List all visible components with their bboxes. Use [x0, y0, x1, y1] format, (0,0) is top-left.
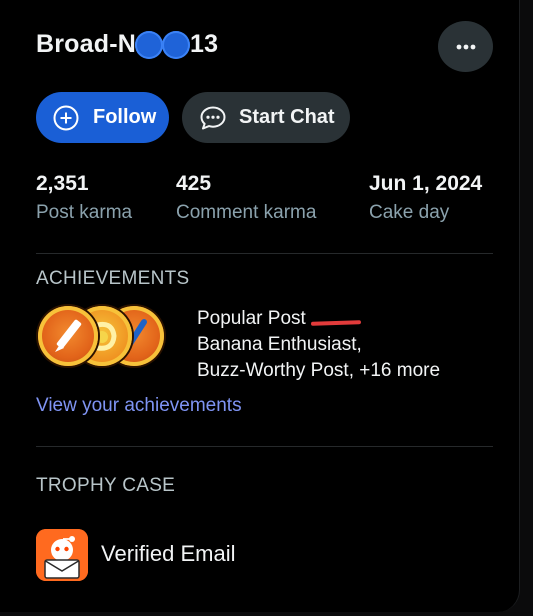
achievement-badge-icon — [38, 306, 98, 366]
stat-label: Post karma — [36, 202, 133, 223]
achievements-heading: ACHIEVEMENTS — [36, 268, 190, 289]
divider — [36, 253, 493, 254]
stat-post-karma: 2,351 Post karma — [36, 172, 132, 224]
follow-label: Follow — [93, 106, 157, 128]
divider — [36, 446, 493, 447]
profile-card: Broad-N 13 Follow Start Chat 2,351 Post … — [0, 0, 520, 612]
stat-label: Comment karma — [176, 202, 317, 223]
achievement-line: Banana Enthusiast, — [197, 334, 362, 355]
stat-cake-day: Jun 1, 2024 Cake day — [369, 172, 482, 224]
redaction-dot — [162, 30, 191, 59]
stat-comment-karma: 425 Comment karma — [176, 172, 316, 224]
stat-value: 2,351 — [36, 172, 89, 195]
achievement-badges[interactable] — [38, 306, 164, 368]
start-chat-button[interactable]: Start Chat — [182, 92, 350, 143]
verified-email-icon — [36, 529, 88, 581]
stat-value: 425 — [176, 172, 212, 195]
start-chat-label: Start Chat — [239, 106, 335, 128]
stat-value: Jun 1, 2024 — [369, 172, 483, 195]
profile-name-suffix: 13 — [190, 30, 219, 58]
achievement-line: Popular Post — [197, 308, 306, 329]
follow-button[interactable]: Follow — [36, 92, 169, 143]
more-options-button[interactable] — [438, 21, 493, 72]
trophy-case-heading: TROPHY CASE — [36, 475, 176, 496]
chat-bubble-icon — [200, 106, 226, 129]
more-horizontal-icon — [456, 44, 475, 49]
redaction-dot — [135, 30, 164, 59]
profile-name: Broad-N 13 — [36, 30, 218, 59]
view-achievements-link[interactable]: View your achievements — [36, 395, 242, 417]
achievement-line: Buzz-Worthy Post, +16 more — [197, 360, 441, 381]
profile-name-prefix: Broad-N — [36, 30, 137, 58]
plus-circle-icon — [53, 105, 79, 130]
achievement-list: Popular Post Banana Enthusiast, Buzz-Wor… — [197, 306, 440, 384]
stat-label: Cake day — [369, 202, 450, 223]
trophy-label: Verified Email — [101, 541, 236, 566]
